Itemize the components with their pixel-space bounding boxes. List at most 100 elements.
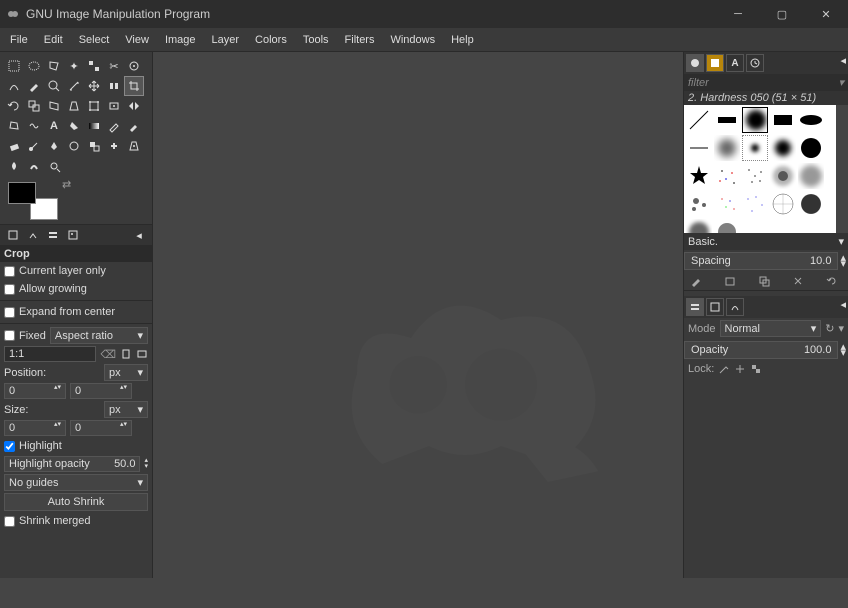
close-button[interactable]: ✕	[804, 0, 848, 28]
position-y-input[interactable]: 0▴▾	[70, 383, 132, 399]
tab-undo-history[interactable]	[44, 227, 62, 243]
spinner-icon[interactable]: ▴▾	[54, 422, 61, 434]
spinner-icon[interactable]: ▴▾	[120, 385, 127, 397]
tool-align[interactable]	[104, 76, 124, 96]
tool-clone[interactable]	[84, 136, 104, 156]
spinner-icon[interactable]: ▴▾	[144, 458, 148, 470]
highlight-opacity-slider[interactable]: Highlight opacity 50.0	[4, 456, 140, 472]
tool-measure[interactable]	[64, 76, 84, 96]
tool-perspective-clone[interactable]	[124, 136, 144, 156]
tab-patterns[interactable]	[706, 54, 724, 72]
tool-blur[interactable]	[4, 156, 24, 176]
tab-layers[interactable]	[686, 298, 704, 316]
position-x-input[interactable]: 0▴▾	[4, 383, 66, 399]
new-brush-icon[interactable]	[724, 275, 740, 287]
ratio-field[interactable]: 1:1	[4, 346, 96, 362]
tool-foreground-select[interactable]	[124, 56, 144, 76]
shrink-merged-checkbox[interactable]	[4, 516, 15, 527]
portrait-icon[interactable]	[120, 348, 132, 360]
tool-cage[interactable]	[4, 116, 24, 136]
tool-ink[interactable]	[44, 136, 64, 156]
mode-reset-icon[interactable]: ↻	[825, 322, 834, 335]
tool-move[interactable]	[84, 76, 104, 96]
tool-ellipse-select[interactable]	[24, 56, 44, 76]
menu-file[interactable]: File	[2, 31, 36, 49]
tab-device-status[interactable]	[24, 227, 42, 243]
tool-warp[interactable]	[24, 116, 44, 136]
tab-menu-icon[interactable]: ◂	[840, 298, 846, 316]
tool-eraser[interactable]	[4, 136, 24, 156]
guides-combo[interactable]: No guides▾	[4, 474, 148, 491]
tool-free-select[interactable]	[44, 56, 64, 76]
tool-text[interactable]: A	[44, 116, 64, 136]
tool-scissors[interactable]: ✂	[104, 56, 124, 76]
menu-layer[interactable]: Layer	[204, 31, 248, 49]
tool-handle-transform[interactable]	[104, 96, 124, 116]
tool-dodge[interactable]	[44, 156, 64, 176]
auto-shrink-button[interactable]: Auto Shrink	[4, 493, 148, 511]
current-layer-only-checkbox[interactable]	[4, 266, 15, 277]
menu-edit[interactable]: Edit	[36, 31, 71, 49]
tool-gradient[interactable]	[84, 116, 104, 136]
tool-rotate[interactable]	[4, 96, 24, 116]
tool-shear[interactable]	[44, 96, 64, 116]
tool-paths[interactable]	[4, 76, 24, 96]
delete-brush-icon[interactable]	[792, 275, 808, 287]
tab-brushes[interactable]	[686, 54, 704, 72]
tab-channels[interactable]	[706, 298, 724, 316]
tool-by-color-select[interactable]	[84, 56, 104, 76]
tool-paintbrush[interactable]	[124, 116, 144, 136]
spinner-icon[interactable]: ▴▾	[838, 255, 848, 267]
edit-brush-icon[interactable]	[690, 275, 706, 287]
menu-windows[interactable]: Windows	[382, 31, 443, 49]
layers-list[interactable]	[684, 377, 848, 578]
menu-tools[interactable]: Tools	[295, 31, 337, 49]
landscape-icon[interactable]	[136, 348, 148, 360]
lock-pixels-icon[interactable]	[718, 363, 730, 375]
tool-mypaint[interactable]	[64, 136, 84, 156]
spacing-slider[interactable]: Spacing 10.0	[684, 252, 838, 270]
tool-heal[interactable]	[104, 136, 124, 156]
menu-image[interactable]: Image	[157, 31, 204, 49]
tool-crop[interactable]	[124, 76, 144, 96]
tool-scale[interactable]	[24, 96, 44, 116]
maximize-button[interactable]: ▢	[760, 0, 804, 28]
menu-view[interactable]: View	[117, 31, 157, 49]
position-unit-combo[interactable]: px▾	[104, 364, 148, 381]
clear-icon[interactable]: ⌫	[100, 348, 116, 361]
brush-filter[interactable]: filter ▾	[684, 74, 848, 91]
lock-alpha-icon[interactable]	[750, 363, 762, 375]
tool-bucket-fill[interactable]	[64, 116, 84, 136]
size-w-input[interactable]: 0▴▾	[4, 420, 66, 436]
duplicate-brush-icon[interactable]	[758, 275, 774, 287]
allow-growing-checkbox[interactable]	[4, 284, 15, 295]
chevron-down-icon[interactable]: ▾	[838, 322, 844, 335]
fixed-checkbox[interactable]	[4, 330, 15, 341]
spinner-icon[interactable]: ▴▾	[54, 385, 61, 397]
tab-tool-options[interactable]	[4, 227, 22, 243]
tab-menu-icon[interactable]: ◂	[130, 227, 148, 243]
fg-color[interactable]	[8, 182, 36, 204]
tab-images[interactable]	[64, 227, 82, 243]
menu-filters[interactable]: Filters	[337, 31, 383, 49]
tool-fuzzy-select[interactable]: ✦	[64, 56, 84, 76]
menu-help[interactable]: Help	[443, 31, 482, 49]
spinner-icon[interactable]: ▴▾	[838, 344, 848, 356]
minimize-button[interactable]: ─	[716, 0, 760, 28]
tab-history[interactable]	[746, 54, 764, 72]
fg-bg-colors[interactable]	[8, 182, 58, 220]
brush-presets-combo[interactable]: Basic. ▾	[684, 233, 848, 250]
mode-combo[interactable]: Normal▾	[720, 320, 822, 337]
tool-airbrush[interactable]	[24, 136, 44, 156]
highlight-checkbox[interactable]	[4, 441, 15, 452]
spinner-icon[interactable]: ▴▾	[120, 422, 127, 434]
size-unit-combo[interactable]: px▾	[104, 401, 148, 418]
size-h-input[interactable]: 0▴▾	[70, 420, 132, 436]
swap-colors-icon[interactable]: ⇄	[62, 178, 71, 191]
tool-color-picker[interactable]	[24, 76, 44, 96]
tool-rect-select[interactable]	[4, 56, 24, 76]
tool-pencil[interactable]	[104, 116, 124, 136]
tool-unified-transform[interactable]	[84, 96, 104, 116]
menu-colors[interactable]: Colors	[247, 31, 295, 49]
tool-smudge[interactable]	[24, 156, 44, 176]
